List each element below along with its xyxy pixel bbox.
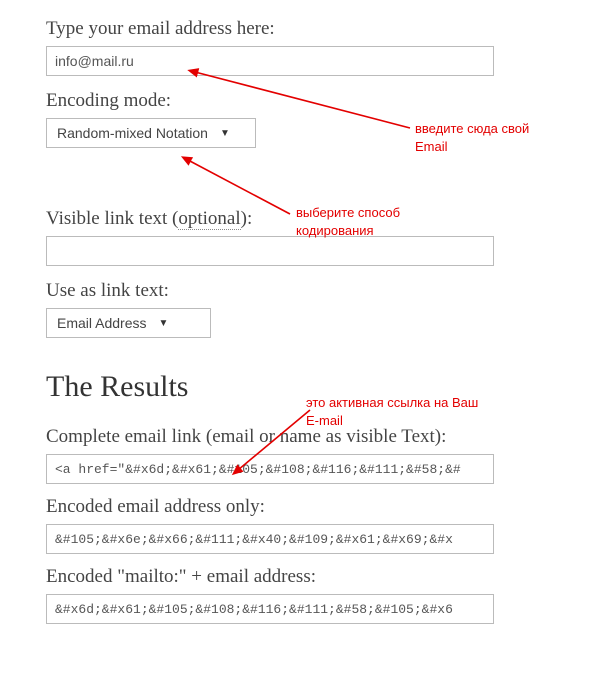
optional-hint: optional (178, 208, 240, 230)
encoding-label: Encoding mode: (46, 90, 510, 112)
results-heading: The Results (46, 370, 510, 404)
encoding-select-value: Random-mixed Notation (57, 125, 220, 141)
chevron-down-icon: ▼ (158, 318, 168, 329)
email-label: Type your email address here: (46, 18, 510, 40)
visible-text-label-pre: Visible link text ( (46, 208, 178, 229)
visible-text-label-post: ): (241, 208, 253, 229)
visible-text-input[interactable] (46, 236, 494, 266)
email-input[interactable] (46, 46, 494, 76)
encoded-mailto-label: Encoded "mailto:" + email address: (46, 566, 510, 588)
complete-link-output[interactable] (46, 454, 494, 484)
use-as-label: Use as link text: (46, 280, 510, 302)
use-as-select-value: Email Address (57, 315, 158, 331)
complete-link-label: Complete email link (email or name as vi… (46, 426, 510, 448)
encoding-select[interactable]: Random-mixed Notation ▼ (46, 118, 256, 148)
encoded-only-output[interactable] (46, 524, 494, 554)
encoded-mailto-output[interactable] (46, 594, 494, 624)
chevron-down-icon: ▼ (220, 128, 230, 139)
encoded-only-label: Encoded email address only: (46, 496, 510, 518)
visible-text-label: Visible link text (optional): (46, 208, 510, 230)
form-container: Type your email address here: Encoding m… (0, 0, 510, 636)
use-as-select[interactable]: Email Address ▼ (46, 308, 211, 338)
